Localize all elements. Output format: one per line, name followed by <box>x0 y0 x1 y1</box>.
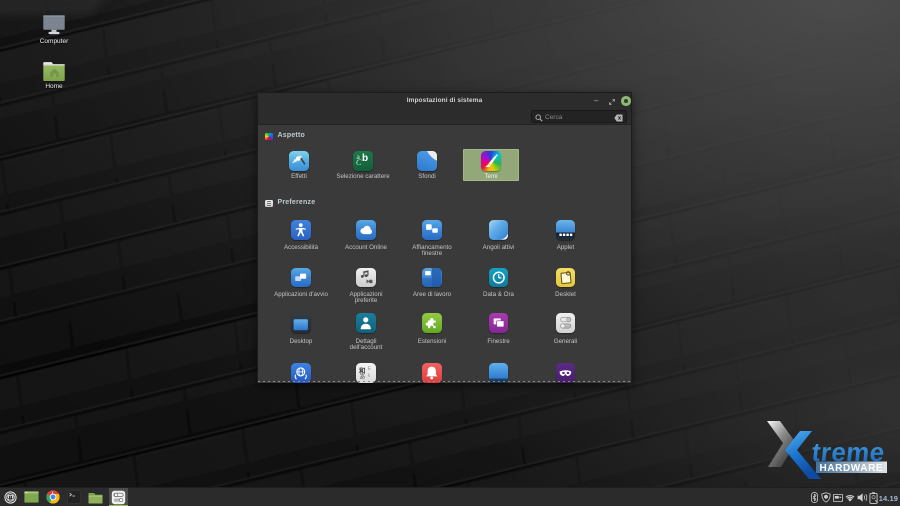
svg-text:HARDWARE: HARDWARE <box>820 463 884 474</box>
